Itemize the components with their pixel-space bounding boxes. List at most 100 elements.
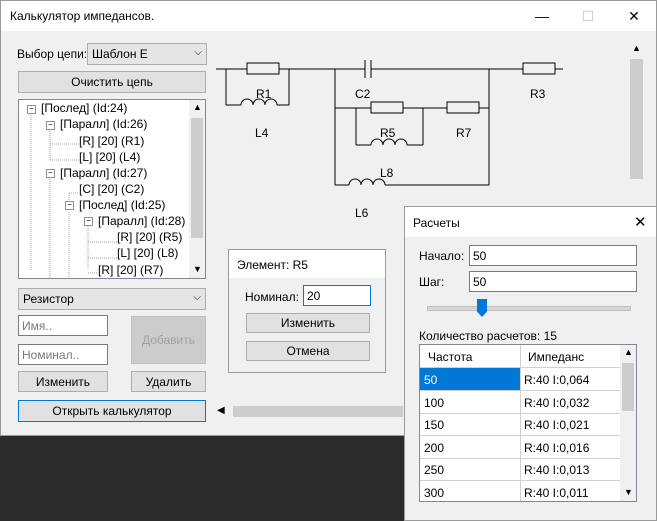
scroll-down-icon[interactable]: ▼	[624, 487, 633, 497]
circuit-label: Выбор цепи:	[17, 47, 88, 61]
table-row[interactable]: 250 R:40 I:0,013	[420, 458, 620, 481]
tree-node[interactable]: [L] [20] (L8)	[117, 246, 178, 260]
tree-node[interactable]: [Послед] (Id:24)	[41, 101, 127, 115]
label-c2: C2	[355, 87, 371, 101]
edit-element-button[interactable]: Изменить	[18, 371, 108, 392]
tree-node[interactable]: [Паралл] (Id:28)	[98, 214, 185, 228]
calc-title-bar: Расчеты ✕	[405, 207, 656, 237]
column-header[interactable]: Импеданс	[528, 350, 584, 364]
results-table[interactable]: Частота Импеданс 50 R:40 I:0,064 100 R:40 I…	[419, 344, 637, 502]
resistor-r7-symbol	[446, 101, 480, 114]
chevron-down-icon: ⌵	[193, 292, 201, 303]
name-input[interactable]: Имя..	[18, 315, 108, 336]
value-label: Номинал:	[245, 290, 299, 304]
circuit-select[interactable]: Шаблон Е ⌵	[87, 43, 207, 65]
impedance-cell[interactable]: R:40 I:0,064	[521, 373, 589, 387]
tree-scrollbar[interactable]: ▲ ▼	[189, 100, 205, 278]
frequency-cell[interactable]: 200	[420, 436, 520, 458]
tree-node[interactable]: [R] [20] (R5)	[117, 230, 182, 244]
dialog-cancel-button[interactable]: Отмена	[246, 341, 370, 361]
slider-thumb[interactable]	[477, 299, 487, 317]
element-type-value: Резистор	[23, 292, 74, 306]
table-row[interactable]: 100 R:40 I:0,032	[420, 390, 620, 414]
close-icon[interactable]: ✕	[634, 213, 647, 231]
count-text: Количество расчетов: 15	[419, 329, 557, 343]
open-calculator-button[interactable]: Открыть калькулятор	[18, 400, 206, 422]
tree-node[interactable]: [R] [20] (R1)	[79, 134, 144, 148]
minimize-button[interactable]: —	[519, 1, 565, 31]
tree-collapse-icon[interactable]: −	[46, 121, 55, 130]
table-header: Частота Импеданс	[420, 345, 620, 368]
frequency-cell[interactable]: 50	[420, 368, 520, 390]
scroll-down-icon[interactable]: ▼	[193, 264, 202, 274]
delete-button[interactable]: Удалить	[131, 371, 206, 392]
canvas-horizontal-scrollbar[interactable]: ◀	[213, 403, 405, 420]
tree-node[interactable]: [R] [20] (R7)	[98, 263, 163, 277]
table-row[interactable]: 300 R:40 I:0,011	[420, 480, 620, 502]
impedance-cell[interactable]: R:40 I:0,016	[521, 441, 589, 455]
impedance-cell[interactable]: R:40 I:0,021	[521, 418, 589, 432]
circuit-schematic	[216, 60, 563, 186]
dialog-title: Элемент: R5	[237, 258, 308, 272]
table-row[interactable]: 200 R:40 I:0,016	[420, 435, 620, 459]
chevron-down-icon: ⌵	[194, 47, 202, 58]
clear-circuit-button[interactable]: Очистить цепь	[18, 71, 206, 93]
scroll-thumb[interactable]	[622, 363, 634, 411]
table-row[interactable]: 50 R:40 I:0,064	[420, 368, 620, 391]
element-type-select[interactable]: Резистор ⌵	[18, 288, 206, 310]
tree-node[interactable]: [Паралл] (Id:26)	[60, 117, 147, 131]
column-header[interactable]: Частота	[428, 350, 472, 364]
scroll-thumb[interactable]	[233, 406, 403, 417]
step-label: Шаг:	[419, 275, 445, 289]
circuit-select-value: Шаблон Е	[92, 47, 148, 61]
scroll-up-icon[interactable]: ▲	[632, 43, 641, 53]
title-bar: Калькулятор импедансов. — ☐ ✕	[1, 1, 656, 31]
scroll-thumb[interactable]	[191, 118, 203, 238]
table-row[interactable]: 150 R:40 I:0,021	[420, 413, 620, 436]
tree-node[interactable]: [Послед] (Id:25)	[79, 198, 165, 212]
impedance-cell[interactable]: R:40 I:0,032	[521, 396, 589, 410]
frequency-cell[interactable]: 250	[420, 458, 520, 480]
label-l4: L4	[255, 126, 269, 140]
slider-track	[427, 306, 631, 311]
tree-node[interactable]: [C] [20] (C2)	[79, 182, 144, 196]
scroll-left-icon[interactable]: ◀	[217, 405, 225, 416]
dialog-edit-button[interactable]: Изменить	[246, 313, 370, 333]
tree-collapse-icon[interactable]: −	[65, 201, 74, 210]
tree-collapse-icon[interactable]: −	[46, 169, 55, 178]
tree-node[interactable]: [L] [20] (L4)	[79, 150, 140, 164]
frequency-cell[interactable]: 150	[420, 413, 520, 435]
add-button: Добавить	[131, 316, 206, 364]
element-dialog: Элемент: R5 Номинал: 20 Изменить Отмена	[228, 249, 386, 373]
label-r1: R1	[256, 87, 272, 101]
start-input[interactable]: 50	[469, 245, 637, 266]
tree-node[interactable]: [Паралл] (Id:27)	[60, 166, 147, 180]
close-button[interactable]: ✕	[611, 1, 657, 31]
table-scrollbar[interactable]: ▲ ▼	[620, 345, 636, 501]
resistor-r5-symbol	[370, 101, 404, 114]
minimize-icon: —	[535, 8, 549, 24]
label-r3: R3	[530, 87, 546, 101]
resistor-r3-symbol	[522, 62, 556, 75]
scroll-thumb[interactable]	[630, 59, 643, 179]
impedance-cell[interactable]: R:40 I:0,013	[521, 463, 589, 477]
scroll-up-icon[interactable]: ▲	[624, 347, 633, 357]
close-icon: ✕	[628, 7, 640, 24]
window-title: Калькулятор импедансов.	[10, 9, 155, 23]
step-input[interactable]: 50	[469, 271, 637, 292]
value-input[interactable]: Номинал..	[18, 344, 108, 365]
dialog-value-input[interactable]: 20	[303, 285, 371, 306]
count-slider[interactable]	[427, 299, 631, 319]
start-label: Начало:	[419, 249, 465, 263]
circuit-tree[interactable]: − [Послед] (Id:24) − [Паралл] (Id:26) [R…	[18, 99, 206, 279]
tree-collapse-icon[interactable]: −	[27, 105, 36, 114]
impedance-cell[interactable]: R:40 I:0,011	[521, 486, 589, 500]
calc-title: Расчеты	[413, 216, 460, 230]
label-r7: R7	[456, 126, 472, 140]
label-r5: R5	[380, 126, 396, 140]
frequency-cell[interactable]: 300	[420, 481, 520, 502]
frequency-cell[interactable]: 100	[420, 391, 520, 413]
tree-collapse-icon[interactable]: −	[84, 217, 93, 226]
scroll-up-icon[interactable]: ▲	[193, 102, 202, 112]
resistor-r1-symbol	[246, 62, 280, 75]
